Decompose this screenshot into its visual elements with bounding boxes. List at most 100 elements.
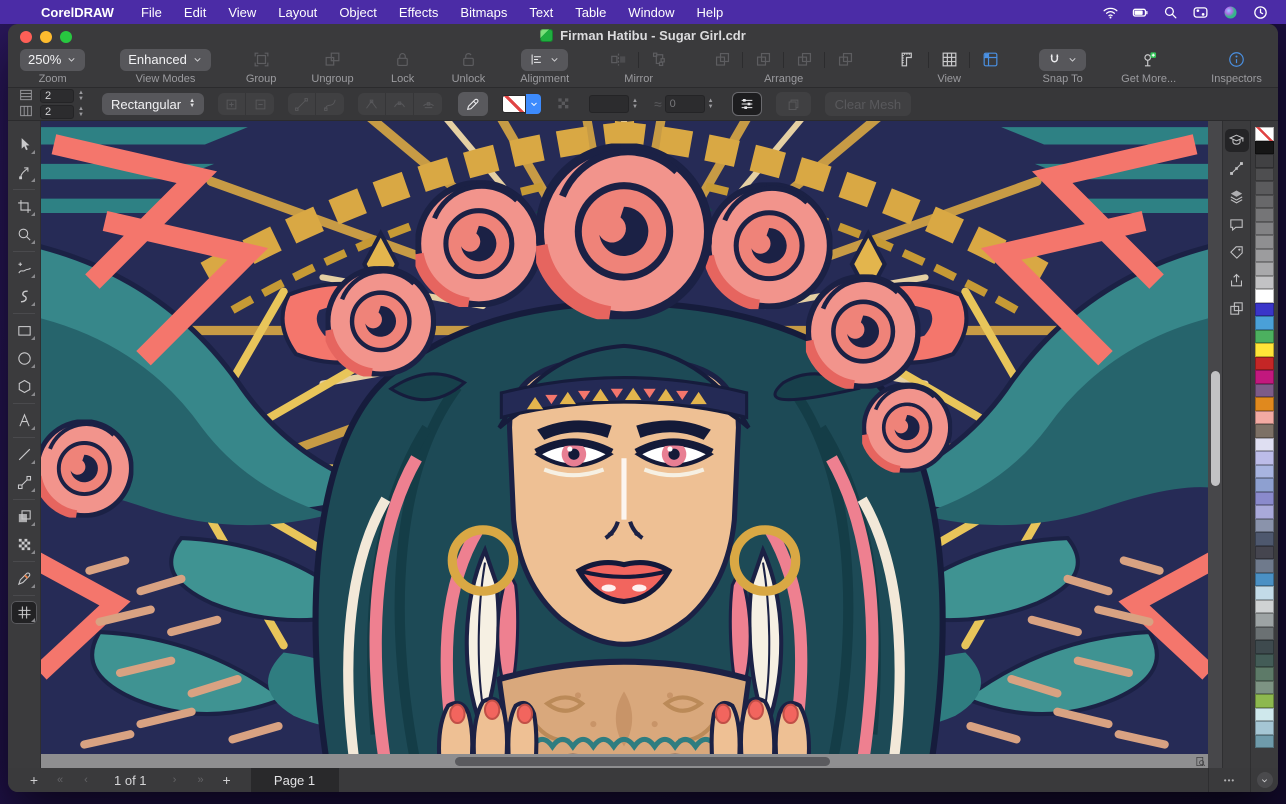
menu-layout[interactable]: Layout [267,5,328,20]
color-swatch[interactable] [1255,154,1274,168]
prev-page-button[interactable]: ‹ [74,774,98,786]
tool-zoom[interactable] [11,223,37,246]
tool-ellipse[interactable] [11,347,37,370]
color-swatch[interactable] [1255,248,1274,262]
color-swatch[interactable] [1255,572,1274,586]
battery-icon[interactable] [1128,3,1152,21]
control-center-icon[interactable] [1188,3,1212,21]
convert-to-curve-button[interactable] [316,93,344,115]
tool-pattern-fill[interactable] [11,533,37,556]
mesh-rows-stepper[interactable]: ▲ ▼ [78,90,84,102]
menu-text[interactable]: Text [518,5,564,20]
color-swatch[interactable] [1255,194,1274,208]
to-front-button[interactable] [708,49,736,71]
smooth-node-button[interactable] [386,93,415,115]
color-swatch[interactable] [1255,680,1274,694]
menu-view[interactable]: View [217,5,267,20]
color-swatch[interactable] [1255,383,1274,397]
symmetrical-node-button[interactable] [414,93,442,115]
group-button[interactable] [247,49,275,71]
smoothness-field[interactable] [664,95,705,113]
color-swatch[interactable] [1255,356,1274,370]
menu-object[interactable]: Object [328,5,388,20]
color-swatch[interactable] [1255,694,1274,708]
next-page-button[interactable]: › [163,774,187,786]
color-swatch[interactable] [1255,599,1274,613]
fill-color-swatch[interactable] [502,95,527,113]
color-swatch[interactable] [1255,275,1274,289]
color-swatch[interactable] [1255,653,1274,667]
clear-mesh-button[interactable]: Clear Mesh [824,92,912,116]
tool-mesh-fill[interactable] [11,595,37,624]
vertical-scrollbar[interactable] [1208,121,1222,768]
unlock-button[interactable] [454,49,482,71]
add-page-start-button[interactable]: + [22,772,46,788]
rulers-toggle-button[interactable] [894,49,922,71]
color-swatch[interactable] [1255,140,1274,154]
color-swatch[interactable] [1255,329,1274,343]
color-swatch[interactable] [1255,667,1274,681]
mesh-rows-field[interactable] [40,89,74,103]
transform-inspector-icon[interactable] [1225,157,1249,180]
cusp-node-button[interactable] [358,93,387,115]
tool-polygon[interactable] [11,375,37,398]
view-mode-dropdown[interactable]: Enhanced [120,48,211,71]
back-one-button[interactable] [831,49,859,71]
menu-effects[interactable]: Effects [388,5,450,20]
color-swatch[interactable] [1255,626,1274,640]
mesh-type-select[interactable]: Rectangular ▲ ▼ [101,93,205,115]
ungroup-button[interactable] [318,49,346,71]
color-swatch[interactable] [1255,316,1274,330]
vertical-scrollbar-thumb[interactable] [1210,371,1220,486]
horizontal-scrollbar[interactable] [41,754,1208,768]
grid-toggle-button[interactable] [935,49,963,71]
color-eyedropper-button[interactable] [458,92,489,116]
color-swatch[interactable] [1255,167,1274,181]
color-swatch[interactable] [1255,505,1274,519]
menu-bitmaps[interactable]: Bitmaps [449,5,518,20]
siri-icon[interactable] [1218,3,1242,21]
color-swatch[interactable] [1255,262,1274,276]
mirror-horizontal-button[interactable] [604,49,632,71]
color-swatch[interactable] [1255,410,1274,424]
tool-smart-fill[interactable] [11,561,37,590]
get-more-button[interactable] [1135,49,1163,71]
color-swatch[interactable] [1255,734,1274,748]
page-tab[interactable]: Page 1 [250,768,339,792]
more-options-button[interactable]: ••• [1208,768,1250,792]
menu-window[interactable]: Window [617,5,685,20]
color-swatch[interactable] [1255,491,1274,505]
export-inspector-icon[interactable] [1225,269,1249,292]
tool-pick[interactable] [11,133,37,156]
mesh-columns-field[interactable] [40,105,74,119]
hints-inspector-icon[interactable] [1224,129,1249,152]
menu-edit[interactable]: Edit [173,5,217,20]
forward-one-button[interactable] [790,49,818,71]
inspectors-button[interactable] [1223,49,1251,71]
menu-help[interactable]: Help [686,5,735,20]
fill-color-dropdown[interactable] [526,94,542,114]
wifi-icon[interactable] [1098,3,1122,21]
mesh-options-button[interactable] [731,92,762,116]
transparency-stepper[interactable]: ▲ ▼ [632,98,638,110]
transparency-field[interactable] [589,95,630,113]
color-swatch[interactable] [1255,559,1274,573]
tool-rectangle[interactable] [11,313,37,342]
color-swatch[interactable] [1255,640,1274,654]
mesh-columns-stepper[interactable]: ▲ ▼ [78,106,84,118]
color-swatch[interactable] [1255,707,1274,721]
color-swatch[interactable] [1255,586,1274,600]
add-intersection-button[interactable] [218,93,247,115]
menu-file[interactable]: File [130,5,173,20]
color-swatch[interactable] [1255,397,1274,411]
color-swatch[interactable] [1255,235,1274,249]
color-swatch[interactable] [1255,613,1274,627]
color-swatch[interactable] [1255,464,1274,478]
convert-to-line-button[interactable] [288,93,317,115]
horizontal-scrollbar-thumb[interactable] [455,756,830,766]
last-page-button[interactable]: » [189,774,213,786]
lock-button[interactable] [389,49,417,71]
color-swatch[interactable] [1255,343,1274,357]
tool-freehand[interactable] [11,251,37,280]
clock-icon[interactable] [1248,3,1272,21]
